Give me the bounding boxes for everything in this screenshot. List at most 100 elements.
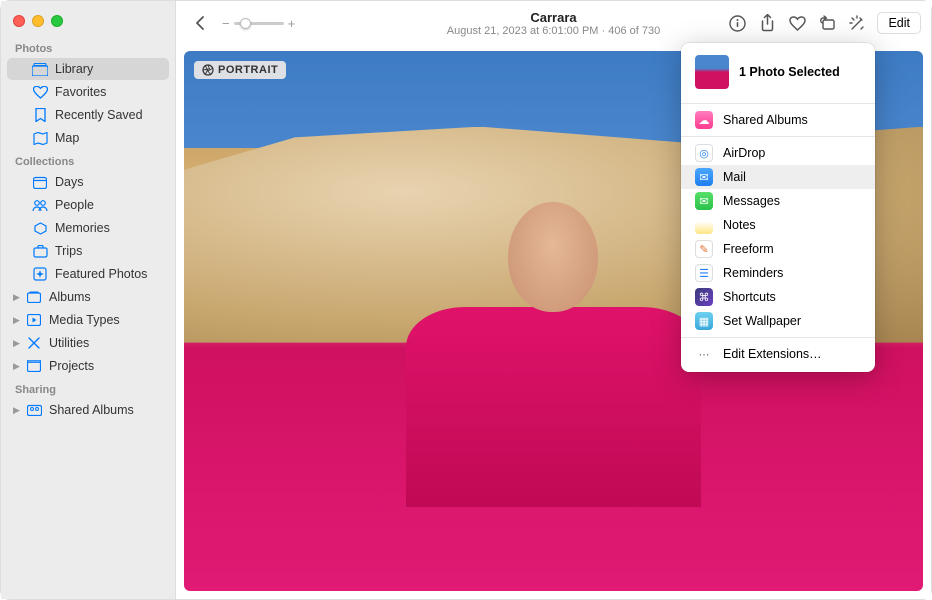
zoom-slider[interactable]: − + [222,16,295,31]
sidebar-label: Recently Saved [55,108,143,122]
sidebar-item-shared-albums[interactable]: ▶ Shared Albums [7,399,169,421]
sparkle-icon [31,266,49,282]
share-item-label: Shortcuts [723,290,776,304]
share-item-reminders[interactable]: ☰ Reminders [681,261,875,285]
sidebar-item-favorites[interactable]: Favorites [7,81,169,103]
share-item-label: Notes [723,218,756,232]
badge-label: PORTRAIT [218,64,278,76]
share-menu: 1 Photo Selected ☁︎ Shared Albums ◎ AirD… [681,43,875,372]
sidebar-item-albums[interactable]: ▶ Albums [7,286,169,308]
share-item-messages[interactable]: ✉︎ Messages [681,189,875,213]
share-item-mail[interactable]: ✉︎ Mail [681,165,875,189]
sidebar-item-map[interactable]: Map [7,127,169,149]
sidebar-label: Days [55,175,83,189]
bookmark-icon [31,107,49,123]
sidebar-item-trips[interactable]: Trips [7,240,169,262]
share-menu-header: 1 Photo Selected [681,49,875,99]
media-icon [25,312,43,328]
sidebar-item-utilities[interactable]: ▶ Utilities [7,332,169,354]
sidebar-section-sharing: Sharing [1,378,175,399]
back-button[interactable] [186,11,214,35]
window-controls [1,7,175,37]
share-item-label: Freeform [723,242,774,256]
close-window-button[interactable] [13,15,25,27]
sidebar-label: Utilities [49,336,89,350]
share-item-label: Reminders [723,266,783,280]
reminders-icon: ☰ [695,264,713,282]
sidebar-item-projects[interactable]: ▶ Projects [7,355,169,377]
more-icon: ⋯ [695,345,713,363]
sidebar-label: Library [55,62,93,76]
sidebar-label: Shared Albums [49,403,134,417]
people-icon [31,197,49,213]
sidebar-label: Media Types [49,313,120,327]
notes-icon [695,216,713,234]
sidebar-item-people[interactable]: People [7,194,169,216]
info-button[interactable] [723,11,751,35]
freeform-icon: ✎ [695,240,713,258]
sidebar-label: Projects [49,359,94,373]
chevron-right-icon: ▶ [13,315,23,326]
heart-icon [789,16,806,31]
share-thumbnail [695,55,729,89]
sidebar-section-collections: Collections [1,150,175,171]
photo-title: Carrara [447,10,660,25]
share-item-shared-albums[interactable]: ☁︎ Shared Albums [681,108,875,132]
sidebar-label: People [55,198,94,212]
portrait-badge: PORTRAIT [194,61,286,79]
mail-icon: ✉︎ [695,168,713,186]
sidebar-item-recently-saved[interactable]: Recently Saved [7,104,169,126]
share-item-edit-extensions[interactable]: ⋯ Edit Extensions… [681,342,875,366]
share-item-notes[interactable]: Notes [681,213,875,237]
wallpaper-icon: ▦ [695,312,713,330]
sidebar-item-featured[interactable]: Featured Photos [7,263,169,285]
share-item-wallpaper[interactable]: ▦ Set Wallpaper [681,309,875,333]
toolbar: − + Carrara August 21, 2023 at 6:01:00 P… [176,1,931,45]
share-button[interactable] [753,11,781,35]
sidebar-label: Albums [49,290,91,304]
share-item-label: Shared Albums [723,113,808,127]
projects-icon [25,358,43,374]
share-icon [760,14,775,32]
auto-enhance-button[interactable] [843,11,871,35]
sidebar-item-days[interactable]: Days [7,171,169,193]
chevron-right-icon: ▶ [13,405,23,416]
rotate-button[interactable] [813,11,841,35]
share-item-label: Messages [723,194,780,208]
favorite-button[interactable] [783,11,811,35]
shared-album-icon [25,402,43,418]
sidebar-label: Trips [55,244,82,258]
sidebar-section-photos: Photos [1,37,175,58]
sidebar-label: Featured Photos [55,267,147,281]
photo-subtitle: August 21, 2023 at 6:01:00 PM · 406 of 7… [447,25,660,37]
sidebar: Photos Library Favorites Recently Saved … [1,1,176,599]
sidebar-label: Memories [55,221,110,235]
chevron-right-icon: ▶ [13,292,23,303]
library-icon [31,61,49,77]
sidebar-label: Favorites [55,85,106,99]
share-item-airdrop[interactable]: ◎ AirDrop [681,141,875,165]
fullscreen-window-button[interactable] [51,15,63,27]
aperture-icon [202,64,214,76]
share-item-label: Set Wallpaper [723,314,801,328]
utilities-icon [25,335,43,351]
sidebar-item-memories[interactable]: Memories [7,217,169,239]
sidebar-item-media-types[interactable]: ▶ Media Types [7,309,169,331]
shortcuts-icon: ⌘ [695,288,713,306]
memories-icon [31,220,49,236]
shared-albums-icon: ☁︎ [695,111,713,129]
share-item-shortcuts[interactable]: ⌘ Shortcuts [681,285,875,309]
share-item-freeform[interactable]: ✎ Freeform [681,237,875,261]
album-icon [25,289,43,305]
suitcase-icon [31,243,49,259]
map-icon [31,130,49,146]
minus-icon: − [222,16,230,31]
sidebar-label: Map [55,131,79,145]
plus-icon: + [288,16,296,31]
edit-button[interactable]: Edit [877,12,921,34]
airdrop-icon: ◎ [695,144,713,162]
share-item-label: Mail [723,170,746,184]
heart-icon [31,84,49,100]
minimize-window-button[interactable] [32,15,44,27]
sidebar-item-library[interactable]: Library [7,58,169,80]
